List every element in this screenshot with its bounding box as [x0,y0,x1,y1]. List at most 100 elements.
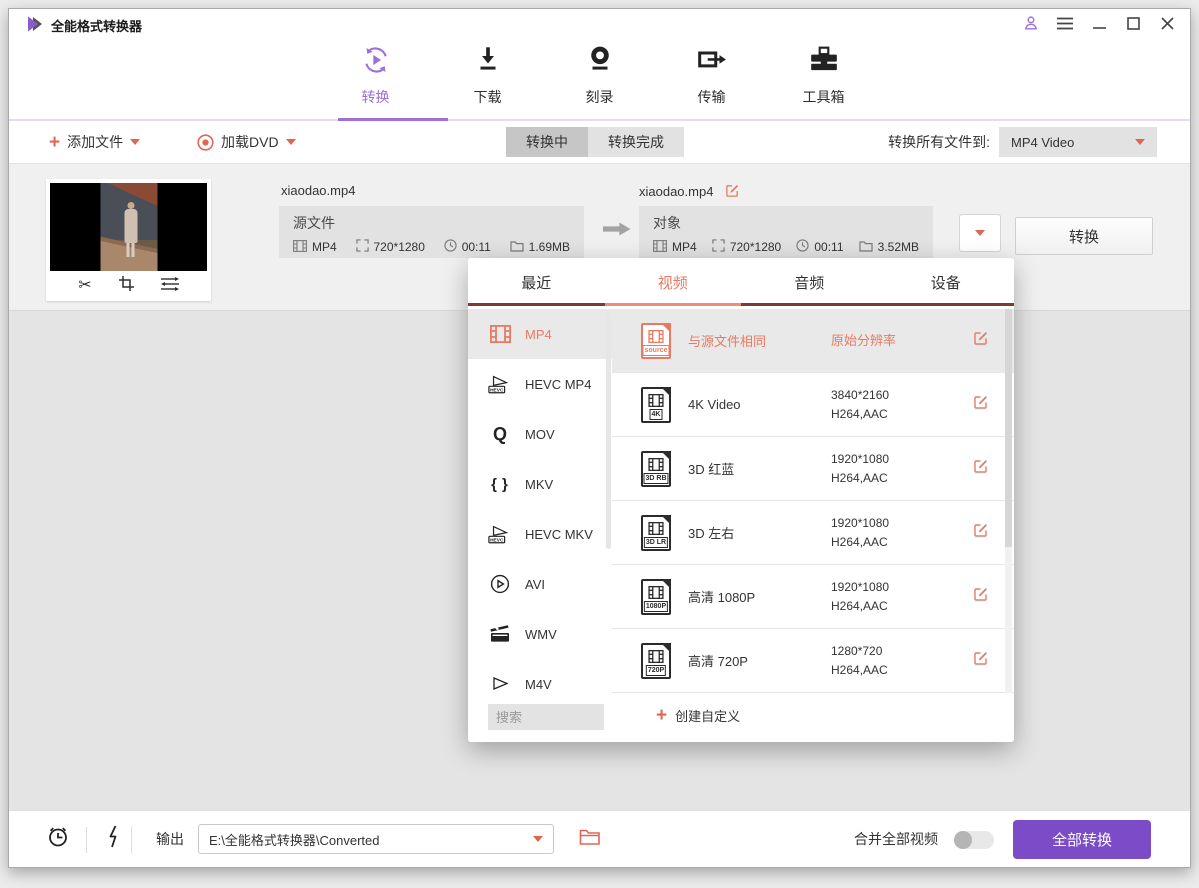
load-dvd-button[interactable]: 加载DVD [197,121,296,163]
dvd-icon [197,134,214,151]
effects-sliders-icon[interactable] [161,277,179,296]
format-item-mkv[interactable]: { } MKV [468,459,612,509]
edit-preset-icon[interactable] [973,394,989,415]
tab-download[interactable]: 下载 [457,45,519,107]
edit-preset-icon[interactable] [973,458,989,479]
target-format-dropdown[interactable]: MP4 Video [999,127,1157,157]
plus-icon: + [49,133,60,152]
format-item-mov[interactable]: Q MOV [468,409,612,459]
chevron-down-icon [286,139,296,145]
video-thumbnail-card: ✂ [46,179,211,301]
arrow-right-icon [603,221,631,242]
open-folder-icon[interactable] [579,828,601,851]
play-outline-icon [488,675,512,693]
preset-row-720p[interactable]: 720P 高清 720P 1280*720H264,AAC [612,629,1014,693]
source-preset-icon: source [641,323,671,359]
edit-preset-icon[interactable] [973,522,989,543]
transfer-icon [697,45,727,80]
hevc-icon: HEVC [488,374,512,394]
3d-lr-preset-icon: 3D LR [641,515,671,551]
tab-transfer[interactable]: 传输 [681,45,743,107]
convert-all-button[interactable]: 全部转换 [1013,820,1151,859]
1080p-preset-icon: 1080P [641,579,671,615]
format-item-hevc-mkv[interactable]: HEVC HEVC MKV [468,509,612,559]
app-logo-icon [26,16,44,32]
resolution-icon [356,239,369,255]
output-path-dropdown[interactable] [198,824,554,854]
chevron-down-icon [1135,139,1145,145]
format-list-scrollbar[interactable] [606,311,611,549]
trim-icon[interactable]: ✂ [78,278,91,294]
svg-text:HEVC: HEVC [490,537,504,543]
tab-toolbox-label: 工具箱 [803,87,845,107]
high-speed-bolt-icon[interactable] [106,825,120,854]
clapper-icon [488,625,512,643]
create-custom-button[interactable]: + 创建自定义 [656,706,740,725]
tab-finished[interactable]: 转换完成 [588,127,684,157]
format-item-wmv[interactable]: WMV [468,609,612,659]
source-resolution: 720*1280 [374,240,425,254]
popup-tab-audio[interactable]: 音频 [741,258,878,306]
popup-tab-recent[interactable]: 最近 [468,258,605,306]
maximize-icon[interactable] [1124,14,1142,32]
tab-converting[interactable]: 转换中 [506,127,588,157]
titlebar: 全能格式转换器 [9,9,1190,37]
3d-rb-preset-icon: 3D RB [641,451,671,487]
output-label: 输出 [156,829,184,849]
tab-toolbox[interactable]: 工具箱 [793,45,855,107]
crop-icon[interactable] [119,276,134,296]
edit-preset-icon[interactable] [973,650,989,671]
output-path-input[interactable] [209,832,533,847]
popup-tab-device[interactable]: 设备 [878,258,1015,306]
mp4-icon [488,325,512,343]
clock-icon [796,239,809,255]
4k-preset-icon: 4K [641,387,671,423]
preset-row-1080p[interactable]: 1080P 高清 1080P 1920*1080H264,AAC [612,565,1014,629]
tab-burn[interactable]: 刻录 [569,45,631,107]
preset-scrollbar[interactable] [1005,309,1012,547]
tab-convert-label: 转换 [362,87,390,107]
folder-icon [510,240,524,255]
target-info-box: 对象 MP4 720*1280 00:11 3.52MB [639,206,933,258]
preset-dropdown-button[interactable] [959,214,1001,252]
main-nav: 转换 下载 刻录 [9,37,1190,121]
preset-row-source[interactable]: source 与源文件相同 原始分辨率 [612,309,1014,373]
clock-icon [444,239,457,255]
rename-edit-icon[interactable] [725,183,740,198]
video-thumbnail[interactable] [50,183,207,271]
tab-convert[interactable]: 转换 [345,45,407,107]
menu-icon[interactable] [1056,14,1074,32]
target-format: MP4 [672,240,697,254]
merge-videos-toggle[interactable] [954,831,994,849]
format-item-m4v[interactable]: M4V [468,659,612,693]
format-item-hevc-mp4[interactable]: HEVC HEVC MP4 [468,359,612,409]
minimize-icon[interactable] [1090,14,1108,32]
preset-row-4k[interactable]: 4K 4K Video 3840*2160H264,AAC [612,373,1014,437]
quicktime-icon: Q [488,424,512,445]
target-format-value: MP4 Video [1011,135,1074,150]
chevron-down-icon [130,139,140,145]
active-tab-underline [338,118,448,121]
preset-row-3d-rb[interactable]: 3D RB 3D 红蓝 1920*1080H264,AAC [612,437,1014,501]
format-item-avi[interactable]: AVI [468,559,612,609]
edit-preset-icon[interactable] [973,586,989,607]
add-files-button[interactable]: + 添加文件 [49,121,140,163]
source-info-box: 源文件 MP4 720*1280 00:11 1.69MB [279,206,584,258]
preset-row-3d-lr[interactable]: 3D LR 3D 左右 1920*1080H264,AAC [612,501,1014,565]
close-icon[interactable] [1158,14,1176,32]
circle-play-icon [488,574,512,594]
merge-videos-label: 合并全部视频 [854,829,938,849]
target-size: 3.52MB [878,240,919,254]
bottom-bar: 输出 合并全部视频 全部转换 [9,810,1190,867]
convert-icon [361,45,391,80]
schedule-clock-icon[interactable] [46,825,70,854]
search-input[interactable] [488,704,604,730]
account-icon[interactable] [1022,14,1040,32]
edit-preset-icon[interactable] [973,330,989,351]
convert-button[interactable]: 转换 [1015,217,1153,255]
tab-transfer-label: 传输 [698,87,726,107]
folder-icon [859,240,873,255]
format-item-mp4[interactable]: MP4 [468,309,612,359]
plus-icon: + [656,706,667,725]
popup-tab-video[interactable]: 视频 [605,258,742,306]
